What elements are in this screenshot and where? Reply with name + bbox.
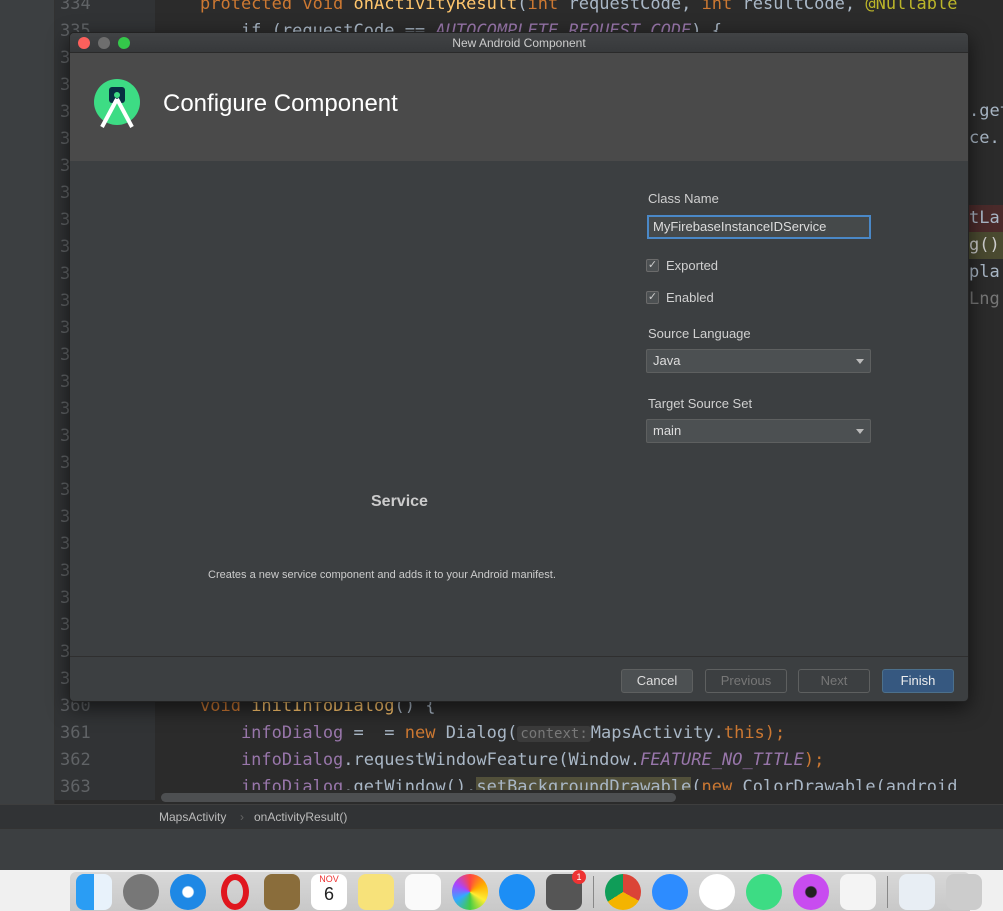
dock-separator bbox=[593, 875, 594, 908]
next-button[interactable]: Next bbox=[798, 669, 870, 693]
class-name-label: Class Name bbox=[648, 191, 719, 206]
code-line-362: infoDialog.requestWindowFeature(Window.F… bbox=[200, 750, 825, 770]
code-fragment: g() bbox=[969, 232, 1003, 259]
dialog-header: Configure Component bbox=[70, 53, 968, 161]
dock-separator bbox=[887, 875, 888, 908]
code-line-334: protected void onActivityResult(int requ… bbox=[200, 0, 958, 14]
breadcrumb-separator: › bbox=[240, 810, 244, 824]
dock: NOV 6 1 bbox=[70, 869, 982, 911]
code-fragment: tLa bbox=[969, 205, 1003, 232]
line-number: 334 bbox=[60, 0, 91, 14]
finish-button[interactable]: Finish bbox=[882, 669, 954, 693]
android-studio-logo-icon bbox=[94, 79, 140, 128]
notification-badge: 1 bbox=[572, 869, 586, 884]
window-title: New Android Component bbox=[452, 36, 586, 50]
new-android-component-dialog: New Android Component Configure Componen… bbox=[69, 32, 969, 702]
cancel-button[interactable]: Cancel bbox=[621, 669, 693, 693]
line-number: 362 bbox=[60, 750, 91, 770]
minimize-window-button[interactable] bbox=[98, 37, 110, 49]
enabled-checkbox[interactable]: ✓ bbox=[646, 291, 659, 304]
zoom-icon[interactable] bbox=[652, 873, 688, 910]
component-name: Service bbox=[371, 493, 428, 510]
chrome-icon[interactable] bbox=[605, 873, 641, 910]
previous-button[interactable]: Previous bbox=[705, 669, 787, 693]
source-language-select[interactable]: Java bbox=[646, 349, 871, 373]
class-name-input[interactable]: MyFirebaseInstanceIDService bbox=[647, 215, 871, 239]
code-line-361: infoDialog = = new Dialog(context: MapsAc… bbox=[200, 723, 786, 743]
app-store-icon[interactable] bbox=[499, 873, 535, 910]
source-language-value: Java bbox=[653, 353, 681, 368]
opera-icon[interactable] bbox=[221, 873, 249, 910]
line-number: 361 bbox=[60, 723, 91, 743]
dialog-titlebar: New Android Component bbox=[70, 33, 968, 53]
exported-label: Exported bbox=[666, 258, 719, 273]
launchpad-icon[interactable] bbox=[123, 873, 159, 910]
code-fragment: Lng bbox=[969, 289, 1000, 309]
breadcrumb-item-method[interactable]: onActivityResult() bbox=[254, 805, 347, 829]
android-studio-icon[interactable] bbox=[746, 873, 782, 910]
component-description: Creates a new service component and adds… bbox=[208, 569, 556, 581]
calendar-month: NOV bbox=[319, 873, 339, 884]
code-fragment: pla bbox=[969, 262, 1000, 282]
breadcrumb-item-class[interactable]: MapsActivity bbox=[159, 805, 226, 829]
mail-icon[interactable] bbox=[264, 873, 300, 910]
chevron-down-icon bbox=[856, 359, 864, 364]
page-title: Configure Component bbox=[163, 90, 398, 117]
status-bar bbox=[0, 828, 1003, 870]
chevron-down-icon bbox=[856, 429, 864, 434]
finder-icon[interactable] bbox=[76, 873, 112, 910]
zoom-window-button[interactable] bbox=[118, 37, 130, 49]
preview-icon[interactable] bbox=[899, 873, 935, 910]
exported-checkbox[interactable]: ✓ bbox=[646, 259, 659, 272]
close-window-button[interactable] bbox=[78, 37, 90, 49]
tool-window-strip bbox=[0, 0, 55, 826]
flower-app-icon[interactable] bbox=[793, 873, 829, 910]
enabled-label: Enabled bbox=[666, 290, 714, 305]
reminders-icon[interactable] bbox=[405, 873, 441, 910]
textedit-icon[interactable] bbox=[840, 873, 876, 910]
calendar-icon[interactable]: NOV 6 bbox=[311, 873, 347, 910]
system-preferences-icon[interactable]: 1 bbox=[546, 869, 586, 910]
safari-icon[interactable] bbox=[170, 873, 206, 910]
source-language-label: Source Language bbox=[648, 326, 751, 341]
parameter-hint: context: bbox=[517, 726, 591, 742]
target-source-set-label: Target Source Set bbox=[648, 396, 753, 411]
notes-icon[interactable] bbox=[358, 873, 394, 910]
target-source-set-select[interactable]: main bbox=[646, 419, 871, 443]
trash-icon[interactable] bbox=[946, 873, 982, 910]
breadcrumb: MapsActivity › onActivityResult() bbox=[0, 804, 1003, 828]
code-fragment: .get bbox=[969, 101, 1003, 121]
horizontal-scrollbar[interactable] bbox=[155, 790, 1003, 804]
slack-icon[interactable] bbox=[699, 873, 735, 910]
dialog-footer: Cancel Previous Next Finish bbox=[70, 656, 968, 701]
scrollbar-thumb[interactable] bbox=[161, 793, 676, 802]
photos-icon[interactable] bbox=[452, 873, 488, 910]
target-source-set-value: main bbox=[653, 423, 682, 438]
calendar-day: 6 bbox=[323, 883, 334, 904]
code-fragment: ce.( bbox=[969, 128, 1003, 148]
line-number: 363 bbox=[60, 777, 91, 797]
